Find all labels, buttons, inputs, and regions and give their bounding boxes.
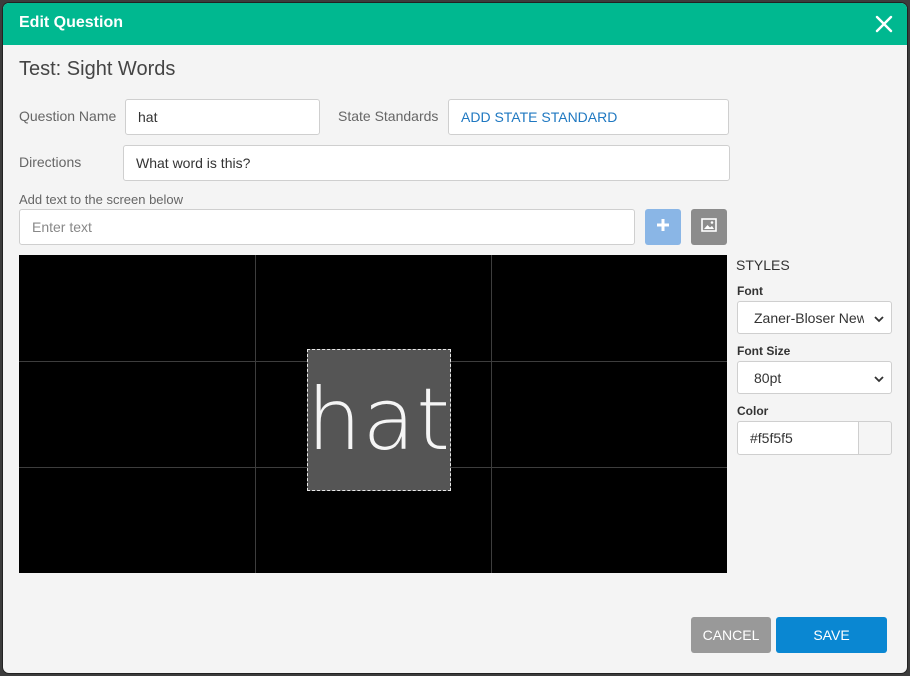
canvas-stage[interactable]: hat [19,255,727,573]
styles-heading: STYLES [736,257,790,273]
question-name-label: Question Name [19,108,117,124]
dialog-title: Edit Question [19,14,123,31]
color-swatch[interactable] [858,421,892,455]
color-input[interactable]: #f5f5f5 [737,421,859,455]
enter-text-input[interactable]: Enter text [19,209,635,245]
color-label: Color [737,404,769,418]
dialog-titlebar: Edit Question [3,3,907,45]
grid-line [491,255,492,573]
edit-question-dialog: Edit Question Test: Sight Words Question… [3,3,907,673]
directions-label: Directions [19,154,82,170]
stage-text-element[interactable]: hat [307,349,451,491]
font-size-select[interactable]: 80pt [737,361,892,394]
font-select[interactable]: Zaner-Bloser New [737,301,892,334]
font-size-select-value: 80pt [754,369,782,386]
state-standards-label: State Standards [338,108,439,124]
cancel-button[interactable]: CANCEL [691,617,771,653]
add-text-button[interactable] [645,209,681,245]
chevron-down-icon [873,372,885,384]
add-image-button[interactable] [691,209,727,245]
chevron-down-icon [873,312,885,324]
directions-input[interactable]: What word is this? [123,145,730,181]
font-size-label: Font Size [737,344,791,358]
plus-icon [656,218,670,237]
grid-line [255,255,256,573]
font-label: Font [737,284,763,298]
save-button[interactable]: SAVE [776,617,887,653]
font-select-value: Zaner-Bloser New [754,309,864,326]
add-state-standard-button[interactable]: ADD STATE STANDARD [448,99,729,135]
add-text-label: Add text to the screen below [19,192,184,207]
image-icon [701,217,717,237]
test-title: Test: Sight Words [19,58,176,80]
question-name-input[interactable]: hat [125,99,320,135]
close-icon[interactable] [871,11,897,37]
